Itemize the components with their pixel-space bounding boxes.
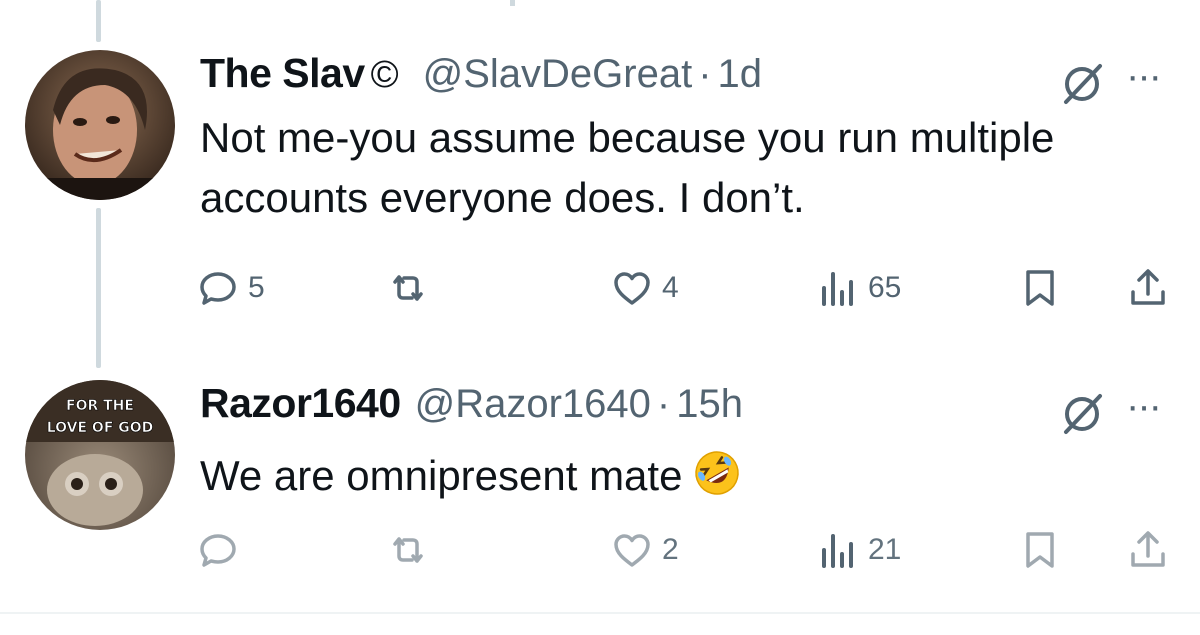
views-count: 21 [868,533,902,566]
share-button[interactable] [1126,520,1170,580]
share-icon [1131,531,1165,567]
author-name[interactable]: Razor1640 [200,380,401,427]
tweet[interactable]: FOR THE LOVE OF GOD Razor1640 @Razor1640… [0,370,1200,610]
avatar-caption-line1: FOR THE [66,398,134,414]
heart-icon [614,534,650,567]
action-bar: 5 4 65 [196,258,1186,318]
tweet-text: Not me-you assume because you run multip… [200,114,1055,221]
bookmark-icon [1026,532,1054,568]
tweet-header: The Slav © @SlavDeGreat · 1d [200,50,762,97]
copyright-badge-icon: © [370,54,399,96]
tweet-header: Razor1640 @Razor1640 · 15h [200,380,743,427]
reply-button[interactable]: 5 [196,258,265,318]
bookmark-button[interactable] [1018,520,1062,580]
divider [0,612,1200,614]
avatar[interactable] [25,50,175,200]
timestamp[interactable]: 15h [676,382,743,427]
repost-button[interactable] [386,258,438,318]
bookmark-button[interactable] [1018,258,1062,318]
views-chart-icon [822,534,853,568]
reply-button[interactable] [196,520,248,580]
reply-icon [200,272,236,305]
more-options-icon[interactable]: ··· [1126,54,1162,99]
repost-button[interactable] [386,520,438,580]
share-icon [1131,269,1165,305]
action-bar: 2 21 [196,520,1186,580]
tweet[interactable]: The Slav © @SlavDeGreat · 1d ··· Not me-… [0,40,1200,340]
tweet-text: We are omnipresent mate [200,452,683,499]
rolling-on-floor-laughing-icon [692,448,742,498]
views-button[interactable]: 21 [816,520,901,580]
author-name[interactable]: The Slav [200,50,365,97]
like-count: 4 [662,271,679,304]
views-button[interactable]: 65 [816,258,901,318]
share-button[interactable] [1126,258,1170,318]
grok-icon[interactable] [1058,390,1106,438]
separator-dot: · [698,52,712,96]
author-handle[interactable]: @SlavDeGreat [423,52,693,97]
thread-tick [510,0,515,6]
views-count: 65 [868,271,902,304]
separator-dot: · [656,382,671,426]
bookmark-icon [1026,270,1054,306]
like-count: 2 [662,533,679,566]
avatar[interactable]: FOR THE LOVE OF GOD [25,380,175,530]
author-handle[interactable]: @Razor1640 [415,382,651,427]
like-button[interactable]: 2 [610,520,679,580]
like-button[interactable]: 4 [610,258,679,318]
reply-count: 5 [248,271,265,304]
tweet-text-container: We are omnipresent mate [200,446,742,506]
thread-connector-top [96,0,101,42]
reply-icon [200,534,236,567]
heart-icon [614,272,650,305]
repost-icon [393,275,423,301]
grok-icon[interactable] [1058,60,1106,108]
avatar-caption-line2: LOVE OF GOD [47,420,154,436]
timestamp[interactable]: 1d [718,52,763,97]
more-options-icon[interactable]: ··· [1126,384,1162,429]
views-chart-icon [822,272,853,306]
repost-icon [393,537,423,563]
